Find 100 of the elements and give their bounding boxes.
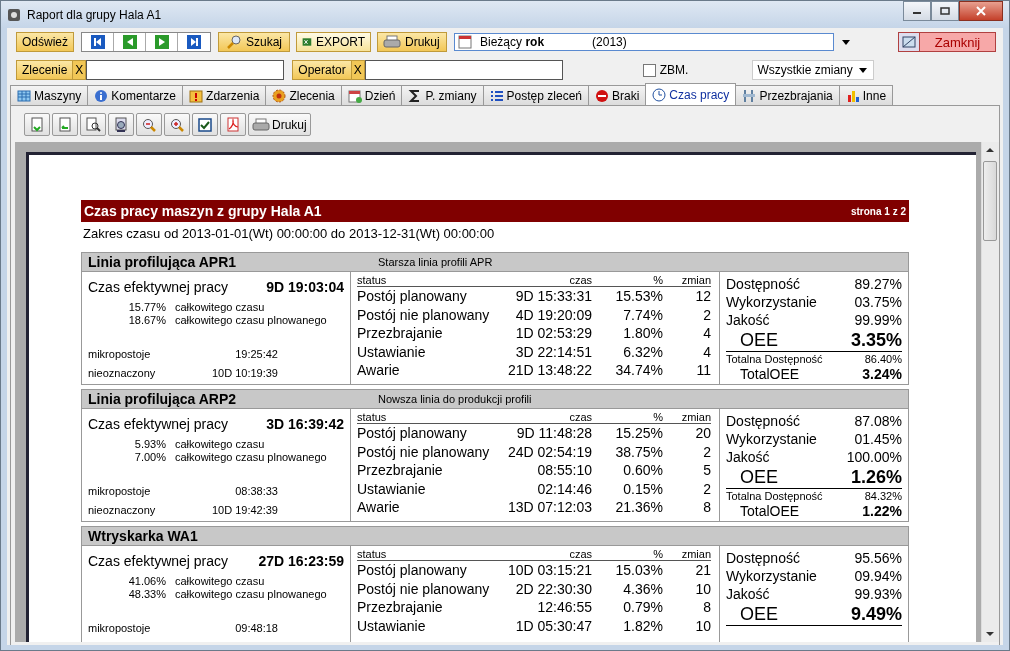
toolbar-button[interactable] <box>108 113 134 136</box>
toolbar-button[interactable] <box>164 113 190 136</box>
extra-label: mikropostoje <box>88 485 152 497</box>
search-button[interactable]: Szukaj <box>218 32 290 52</box>
print-button[interactable]: Drukuj <box>248 113 311 136</box>
status-percent: 1.82% <box>622 616 663 635</box>
filter-input[interactable] <box>364 60 563 80</box>
column-header: zmian <box>663 411 711 424</box>
status-percent: 6.32% <box>622 342 663 361</box>
effective-label: Czas efektywnej pracy <box>88 416 229 432</box>
checkbox-label: ZBM. <box>659 63 689 77</box>
shift-dropdown[interactable]: Wszystkie zmiany <box>752 60 875 80</box>
metric-value: 100.00% <box>846 448 902 466</box>
close-button[interactable] <box>959 1 1003 21</box>
share-label: całkowitego czasu <box>175 438 265 451</box>
status-shifts: 2 <box>702 479 711 498</box>
total-label: Totalna Dostępność <box>726 490 823 503</box>
clock-icon <box>652 87 667 102</box>
grid-icon <box>17 88 31 103</box>
minimize-button[interactable] <box>903 1 931 21</box>
period-dropdown[interactable]: Bieżący rok (2013) <box>454 33 834 51</box>
calendar-icon <box>458 35 472 49</box>
tab[interactable]: Inne <box>838 85 894 105</box>
tab[interactable]: P. zmiany <box>401 85 484 105</box>
tab[interactable]: Postęp zleceń <box>482 85 589 105</box>
print-button[interactable]: Drukuj <box>377 32 447 52</box>
total-label: TotalOEE <box>740 366 800 382</box>
total-value: 1.22% <box>862 503 902 519</box>
status-shifts: 20 <box>694 424 711 443</box>
checkbox[interactable] <box>642 63 656 77</box>
metric-label: Wykorzystanie <box>726 430 817 448</box>
metric-value: 99.93% <box>854 585 902 603</box>
oee-label: OEE <box>740 466 778 488</box>
tab[interactable]: Zlecenia <box>265 85 342 105</box>
status-percent: 21.36% <box>614 498 663 517</box>
dropdown-arrow-icon[interactable] <box>842 39 850 45</box>
scrollbar[interactable] <box>981 142 999 642</box>
machine-description: Starsza linia profili APR <box>378 256 493 268</box>
status-time: 1D 05:30:47 <box>514 616 592 635</box>
share-label: całkowitego czasu plnowanego <box>175 451 327 464</box>
status-time: 12:46:55 <box>536 598 592 617</box>
status-name: Postój nie planowany <box>357 305 491 324</box>
printer-icon <box>383 35 401 49</box>
status-percent: 7.74% <box>622 305 663 324</box>
status-percent: 1.80% <box>622 324 663 343</box>
refresh-button[interactable]: Odśwież <box>16 32 74 52</box>
status-shifts: 11 <box>695 361 711 380</box>
share-value: 7.00% <box>134 451 166 464</box>
tab[interactable]: Czas pracy <box>645 83 737 105</box>
period-label: Bieżący rok <box>480 35 545 49</box>
clear-button[interactable]: X <box>73 60 87 80</box>
tab[interactable]: Maszyny <box>10 85 89 105</box>
filter-input[interactable] <box>86 60 285 80</box>
tab[interactable]: Braki <box>588 85 647 105</box>
metric-value: 87.08% <box>854 412 902 430</box>
export-button[interactable]: EXPORT <box>296 32 371 52</box>
printer-icon <box>252 117 270 132</box>
oee-value: 1.26% <box>850 466 902 488</box>
status-shifts: 4 <box>702 342 711 361</box>
window-title: Raport dla grupy Hala A1 <box>27 7 163 22</box>
toolbar-button[interactable] <box>136 113 162 136</box>
share-label: całkowitego czasu <box>175 575 265 588</box>
page-number: strona 1 z 2 <box>850 205 906 217</box>
share-value: 15.77% <box>128 301 166 314</box>
status-time: 9D 11:48:28 <box>515 424 592 443</box>
metric-value: 95.56% <box>854 549 902 567</box>
extra-label: nieoznaczony <box>88 504 157 516</box>
tab[interactable]: Komentarze <box>87 85 184 105</box>
status-time: 13D 07:12:03 <box>506 498 592 517</box>
extra-label: mikropostoje <box>88 348 152 360</box>
column-header: czas <box>499 411 592 424</box>
metric-label: Jakość <box>726 585 770 603</box>
status-shifts: 10 <box>694 579 711 598</box>
extra-value: 10D 19:42:39 <box>210 504 278 516</box>
status-shifts: 5 <box>702 461 711 480</box>
machine-name: Linia profilująca ARP2 <box>88 391 238 407</box>
oee-value: 9.49% <box>850 603 902 625</box>
window-icon <box>902 36 916 48</box>
column-header: zmian <box>663 274 711 287</box>
share-value: 41.06% <box>128 575 166 588</box>
status-time: 2D 22:30:30 <box>514 579 592 598</box>
status-name: Postój planowany <box>357 424 468 443</box>
close-report-button[interactable]: Zamknij <box>898 32 996 52</box>
extra-value: 08:38:33 <box>234 485 278 497</box>
metric-value: 89.27% <box>854 275 902 293</box>
tab[interactable]: Zdarzenia <box>182 85 267 105</box>
tab[interactable]: Dzień <box>340 85 403 105</box>
toolbar-button[interactable] <box>192 113 218 136</box>
toolbar-button[interactable] <box>80 113 106 136</box>
status-name: Przezbrajanie <box>357 461 444 480</box>
report-title: Czas pracy maszyn z grupy Hala A1 <box>84 203 322 219</box>
machine-name: Wtryskarka WA1 <box>88 528 199 544</box>
oee-value: 3.35% <box>850 329 902 351</box>
maximize-button[interactable] <box>931 1 959 21</box>
status-shifts: 21 <box>694 561 711 580</box>
filter-label: Operator <box>292 60 352 80</box>
share-value: 5.93% <box>134 438 166 451</box>
status-percent: 0.79% <box>622 598 663 617</box>
tab[interactable]: Przezbrajania <box>735 85 840 105</box>
status-name: Ustawianie <box>357 342 427 361</box>
